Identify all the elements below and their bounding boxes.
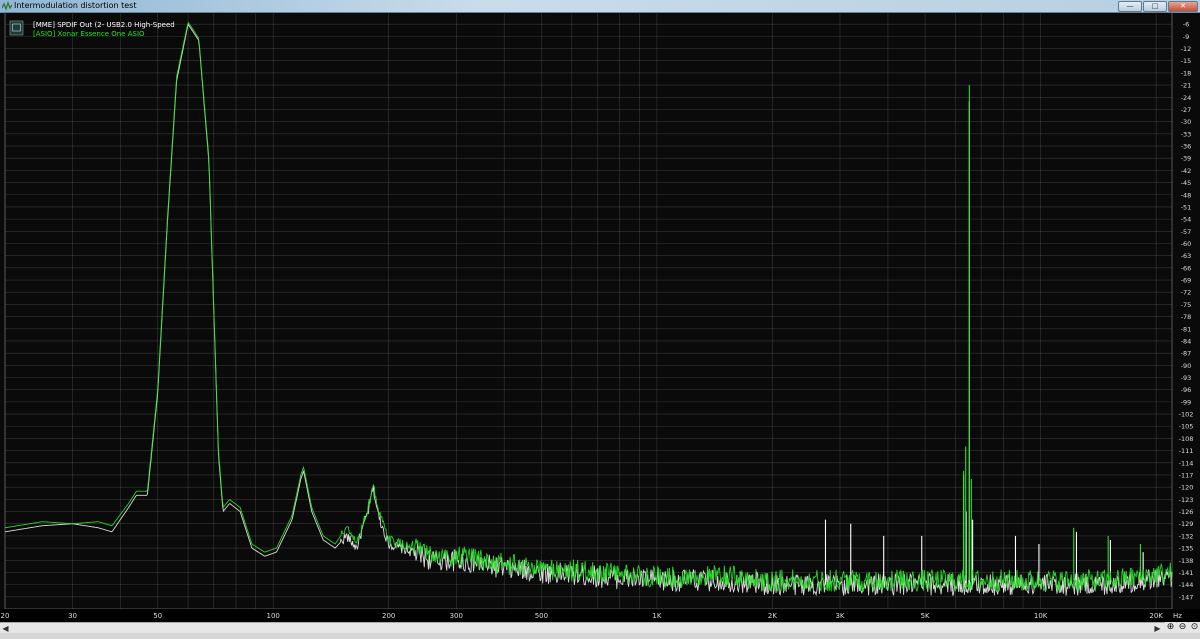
y-tick-label: -12 bbox=[1181, 45, 1192, 53]
legend-entry-2: [ASIO] Xonar Essence One ASIO bbox=[33, 30, 145, 38]
y-tick-label: -48 bbox=[1181, 191, 1192, 199]
y-tick-label: -24 bbox=[1181, 94, 1192, 102]
y-tick-label: -147 bbox=[1179, 593, 1194, 601]
status-bar bbox=[0, 633, 1200, 639]
x-tick-label: 100 bbox=[267, 612, 280, 620]
y-tick-label: -66 bbox=[1181, 264, 1192, 272]
x-tick-label: 1K bbox=[652, 612, 661, 620]
y-tick-label: -9 bbox=[1183, 33, 1189, 41]
y-tick-label: -39 bbox=[1181, 155, 1192, 163]
y-tick-label: -63 bbox=[1181, 252, 1192, 260]
y-tick-label: -90 bbox=[1181, 362, 1192, 370]
y-tick-label: -75 bbox=[1181, 301, 1192, 309]
x-tick-label: 5K bbox=[921, 612, 930, 620]
y-tick-label: -27 bbox=[1181, 106, 1192, 114]
y-tick-label: -114 bbox=[1179, 459, 1194, 467]
y-tick-label: -51 bbox=[1181, 203, 1192, 211]
y-tick-label: -87 bbox=[1181, 350, 1192, 358]
minimize-icon: — bbox=[1126, 2, 1134, 10]
x-tick-label: 30 bbox=[68, 612, 77, 620]
legend-entry-1: [MME] SPDIF Out (2- USB2.0 High-Speed bbox=[33, 21, 175, 29]
y-tick-label: -36 bbox=[1181, 143, 1192, 151]
window-title: Intermodulation distortion test bbox=[14, 1, 137, 10]
series-line bbox=[4, 21, 1173, 593]
y-tick-label: -21 bbox=[1181, 82, 1192, 90]
y-tick-label: -126 bbox=[1179, 508, 1194, 516]
y-tick-label: -15 bbox=[1181, 57, 1192, 65]
x-tick-label: 200 bbox=[382, 612, 395, 620]
minimize-button[interactable]: — bbox=[1118, 1, 1142, 12]
y-tick-label: -78 bbox=[1181, 313, 1192, 321]
zoom-fit-icon[interactable]: ⊙ bbox=[1189, 622, 1200, 633]
y-tick-label: -129 bbox=[1179, 520, 1194, 528]
y-tick-label: -138 bbox=[1179, 557, 1194, 565]
y-tick-label: -33 bbox=[1181, 130, 1192, 138]
y-tick-label: -99 bbox=[1181, 398, 1192, 406]
y-tick-label: -117 bbox=[1179, 471, 1194, 479]
y-tick-label: -120 bbox=[1179, 484, 1194, 492]
plot-frame bbox=[4, 12, 1173, 609]
maximize-button[interactable]: □ bbox=[1143, 1, 1167, 12]
maximize-icon: □ bbox=[1151, 2, 1159, 10]
series-line bbox=[4, 23, 1173, 597]
legend[interactable]: [MME] SPDIF Out (2- USB2.0 High-Speed [A… bbox=[9, 20, 175, 38]
y-tick-label: -93 bbox=[1181, 374, 1192, 382]
x-tick-label: 50 bbox=[153, 612, 162, 620]
legend-settings-icon[interactable] bbox=[9, 20, 24, 36]
close-icon: ✕ bbox=[1180, 2, 1186, 10]
y-tick-label: -132 bbox=[1179, 532, 1194, 540]
y-tick-label: -144 bbox=[1179, 581, 1194, 589]
y-tick-label: -6 bbox=[1183, 21, 1189, 29]
y-tick-label: -69 bbox=[1181, 277, 1192, 285]
x-tick-label: 300 bbox=[450, 612, 463, 620]
x-tick-label: 20 bbox=[1, 612, 10, 620]
y-tick-label: -60 bbox=[1181, 240, 1192, 248]
x-tick-label: 10K bbox=[1034, 612, 1048, 620]
y-tick-label: -57 bbox=[1181, 228, 1192, 236]
y-tick-label: -135 bbox=[1179, 545, 1194, 553]
y-tick-label: -45 bbox=[1181, 179, 1192, 187]
y-tick-label: -42 bbox=[1181, 167, 1192, 175]
y-tick-label: -84 bbox=[1181, 337, 1192, 345]
y-tick-label: -105 bbox=[1179, 423, 1194, 431]
y-tick-label: -123 bbox=[1179, 496, 1194, 504]
y-tick-label: -18 bbox=[1181, 69, 1192, 77]
y-tick-label: -54 bbox=[1181, 216, 1192, 224]
y-tick-label: -81 bbox=[1181, 325, 1192, 333]
x-tick-label: 500 bbox=[535, 612, 548, 620]
waveform-app-icon bbox=[2, 1, 12, 11]
y-tick-label: -141 bbox=[1179, 569, 1194, 577]
series-layer bbox=[4, 21, 1173, 597]
y-tick-label: -102 bbox=[1179, 411, 1194, 419]
close-button[interactable]: ✕ bbox=[1168, 1, 1198, 12]
y-tick-label: -30 bbox=[1181, 118, 1192, 126]
x-tick-label: 20K bbox=[1149, 612, 1163, 620]
x-axis: 20 30 50 100 200 300 500 1K 2K 3K 5K 10K 20K Hz bbox=[0, 609, 1200, 622]
grid bbox=[4, 12, 1173, 609]
y-tick-label: -72 bbox=[1181, 289, 1192, 297]
zoom-out-icon[interactable]: ⊖ bbox=[1177, 622, 1188, 633]
spectrum-plot[interactable]: -6 -9 -12 -15 -18 -21 -24 -27 -30 -33 -36 -39 -42 -45… bbox=[0, 12, 1200, 609]
y-tick-label: -96 bbox=[1181, 386, 1192, 394]
x-axis-unit: Hz bbox=[1173, 612, 1182, 620]
x-tick-label: 3K bbox=[835, 612, 844, 620]
y-axis: -6 -9 -12 -15 -18 -21 -24 -27 -30 -33 -36 -39 -42 -45… bbox=[1179, 21, 1194, 602]
y-tick-label: -108 bbox=[1179, 435, 1194, 443]
y-tick-label: -111 bbox=[1179, 447, 1194, 455]
x-tick-label: 2K bbox=[768, 612, 777, 620]
zoom-in-icon[interactable]: ⊕ bbox=[1165, 622, 1176, 633]
